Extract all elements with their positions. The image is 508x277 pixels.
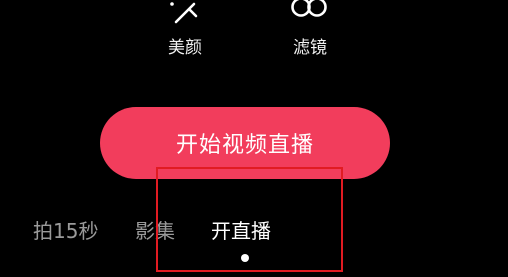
filter-tool-button[interactable]: 滤镜 bbox=[275, 0, 345, 58]
active-tab-indicator bbox=[241, 254, 249, 262]
magic-wand-icon bbox=[150, 0, 220, 28]
tab-shoot-15s[interactable]: 拍15秒 bbox=[33, 211, 98, 251]
mode-tabs: ​ 拍15秒 影集 开直播 bbox=[0, 211, 508, 251]
filter-label: 滤镜 bbox=[293, 38, 327, 58]
start-video-live-button[interactable]: 开始视频直播 bbox=[100, 107, 390, 179]
filter-circles-icon bbox=[275, 0, 345, 28]
tab-go-live[interactable]: 开直播 bbox=[211, 211, 271, 251]
beauty-label: 美颜 bbox=[168, 38, 202, 58]
beauty-tool-button[interactable]: 美颜 bbox=[150, 0, 220, 58]
tab-album[interactable]: 影集 bbox=[135, 211, 175, 251]
